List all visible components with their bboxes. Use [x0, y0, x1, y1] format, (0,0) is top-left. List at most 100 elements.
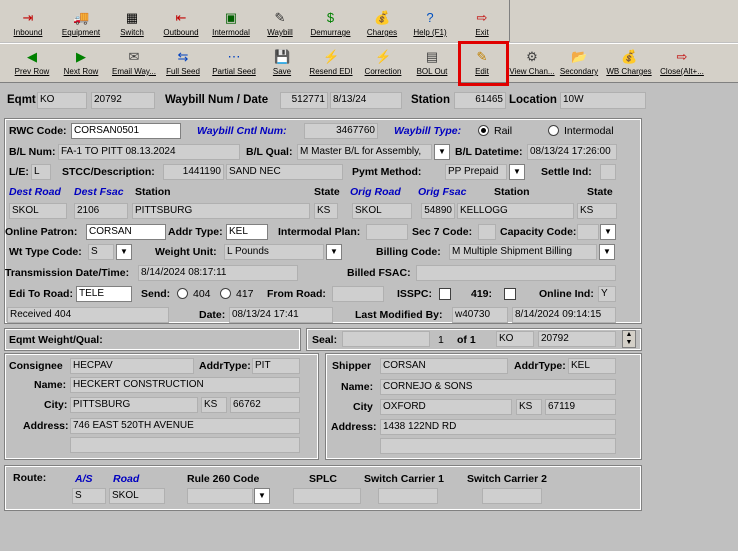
waybill-type-rail-radio[interactable]: [478, 125, 489, 136]
billing-code-dropdown-icon[interactable]: ▼: [599, 244, 615, 260]
intermodal-button[interactable]: ▣ Intermodal: [205, 10, 257, 37]
consignee-code-field[interactable]: HECPAV: [70, 358, 194, 374]
switch-carrier-1-field[interactable]: [378, 488, 438, 504]
full-seed-button[interactable]: ⇆ Full Seed: [162, 49, 204, 76]
route-road-field[interactable]: SKOL: [109, 488, 165, 504]
eqmt-number-field[interactable]: 20792: [91, 92, 155, 109]
date-field[interactable]: 08/13/24 17:41: [229, 307, 333, 323]
waybill-number-field[interactable]: 512771: [280, 92, 328, 109]
from-road-field[interactable]: [332, 286, 384, 302]
secondary-button[interactable]: 📂 Secondary: [555, 49, 603, 76]
shipper-city-field[interactable]: OXFORD: [380, 399, 512, 415]
email-waybill-button[interactable]: ✉ Email Way...: [106, 49, 162, 76]
shipper-address-line1[interactable]: 1438 122ND RD: [380, 419, 616, 435]
sec7-code-field[interactable]: [478, 224, 496, 240]
shipper-name-field[interactable]: CORNEJO & SONS: [380, 379, 616, 395]
billing-code-select[interactable]: M Multiple Shipment Billing: [449, 244, 597, 260]
correction-label: Correction: [364, 67, 402, 76]
capacity-code-select[interactable]: [577, 224, 599, 240]
send-404-radio[interactable]: [177, 288, 188, 299]
orig-station-field[interactable]: KELLOGG: [457, 203, 574, 219]
consignee-address-line2[interactable]: [70, 437, 300, 453]
resend-edi-button[interactable]: ⚡ Resend EDI: [305, 49, 357, 76]
pymt-method-select[interactable]: PP Prepaid: [445, 164, 507, 180]
consignee-zip-field[interactable]: 66762: [230, 397, 300, 413]
waybill-type-intermodal-radio[interactable]: [548, 125, 559, 136]
edi-to-road-input[interactable]: TELE: [76, 286, 132, 302]
le-field[interactable]: L: [31, 164, 51, 180]
weight-unit-select[interactable]: L Pounds: [224, 244, 324, 260]
switch-button[interactable]: ▦ Switch: [108, 10, 156, 37]
send-417-radio[interactable]: [220, 288, 231, 299]
orig-state-field[interactable]: KS: [577, 203, 617, 219]
rule-260-code-select[interactable]: [187, 488, 253, 504]
isspc-checkbox[interactable]: [439, 288, 451, 300]
shipper-zip-field[interactable]: 67119: [545, 399, 616, 415]
waybill-date-field[interactable]: 8/13/24: [330, 92, 402, 109]
online-patron-input[interactable]: CORSAN: [86, 224, 166, 240]
shipper-addrtype-field[interactable]: KEL: [568, 358, 616, 374]
rwc-code-input[interactable]: CORSAN0501: [71, 123, 181, 139]
bl-datetime-field[interactable]: 08/13/24 17:26:00: [527, 144, 617, 160]
addr-type-input[interactable]: KEL: [226, 224, 268, 240]
seal-number-field[interactable]: [342, 331, 430, 347]
billed-fsac-field[interactable]: [416, 265, 616, 281]
dest-fsac-field[interactable]: 2106: [74, 203, 128, 219]
consignee-addrtype-field[interactable]: PIT: [252, 358, 300, 374]
consignee-city-field[interactable]: PITTSBURG: [70, 397, 198, 413]
close-button[interactable]: ⇨ Close(Alt+...: [654, 49, 710, 76]
419-checkbox[interactable]: [504, 288, 516, 300]
wb-charges-button[interactable]: 💰 WB Charges: [603, 49, 655, 76]
dest-road-field[interactable]: SKOL: [9, 203, 67, 219]
splc-field[interactable]: [293, 488, 361, 504]
station-code-field[interactable]: 61465: [454, 92, 506, 109]
wt-type-dropdown-icon[interactable]: ▼: [116, 244, 132, 260]
correction-button[interactable]: ⚡ Correction: [357, 49, 409, 76]
save-button[interactable]: 💾 Save: [264, 49, 300, 76]
stcc-code-field[interactable]: 1441190: [163, 164, 224, 180]
shipper-address-line2[interactable]: [380, 438, 616, 454]
rule-260-dropdown-icon[interactable]: ▼: [254, 488, 270, 504]
transmission-datetime-field[interactable]: 8/14/2024 08:17:11: [138, 265, 298, 281]
shipper-state-field[interactable]: KS: [516, 399, 542, 415]
orig-fsac-field[interactable]: 54890: [421, 203, 455, 219]
settle-ind-field[interactable]: [600, 164, 616, 180]
intermodal-plan-field[interactable]: [366, 224, 408, 240]
location-field[interactable]: 10W: [560, 92, 646, 109]
orig-road-field[interactable]: SKOL: [352, 203, 412, 219]
online-ind-field[interactable]: Y: [598, 286, 616, 302]
waybill-button[interactable]: ✎ Waybill: [256, 10, 304, 37]
stcc-description-field[interactable]: SAND NEC: [226, 164, 343, 180]
exit-button[interactable]: ⇨ Exit: [458, 10, 506, 37]
help-button[interactable]: ? Help (F1): [406, 10, 454, 37]
seal-label: Seal:: [312, 334, 338, 346]
shipper-code-field[interactable]: CORSAN: [380, 358, 508, 374]
bl-qual-dropdown-icon[interactable]: ▼: [434, 144, 450, 160]
bl-qual-select[interactable]: M Master B/L for Assembly,: [297, 144, 432, 160]
dest-state-field[interactable]: KS: [314, 203, 338, 219]
consignee-address-line1[interactable]: 746 EAST 520TH AVENUE: [70, 418, 300, 434]
seal-spinner[interactable]: ▲ ▼: [622, 330, 636, 348]
pymt-method-dropdown-icon[interactable]: ▼: [509, 164, 525, 180]
bl-num-field[interactable]: FA-1 TO PITT 08.13.2024: [58, 144, 240, 160]
partial-seed-button[interactable]: ⋯ Partial Seed: [206, 49, 262, 76]
wt-type-code-select[interactable]: S: [88, 244, 114, 260]
switch-carrier-2-field[interactable]: [482, 488, 542, 504]
prev-row-button[interactable]: ◀ Prev Row: [8, 49, 56, 76]
consignee-name-field[interactable]: HECKERT CONSTRUCTION: [70, 377, 300, 393]
dest-station-field[interactable]: PITTSBURG: [132, 203, 310, 219]
eqmt-initial-field[interactable]: KO: [37, 92, 87, 109]
waybill-cntl-num-field[interactable]: 3467760: [304, 123, 378, 139]
consignee-state-field[interactable]: KS: [201, 397, 227, 413]
bol-out-button[interactable]: ▤ BOL Out: [409, 49, 455, 76]
equipment-button[interactable]: 🚚 Equipment: [55, 10, 107, 37]
view-changes-button[interactable]: ⚙ View Chan...: [508, 49, 556, 76]
route-as-field[interactable]: S: [72, 488, 106, 504]
weight-unit-dropdown-icon[interactable]: ▼: [326, 244, 342, 260]
charges-button[interactable]: 💰 Charges: [358, 10, 406, 37]
outbound-button[interactable]: ⇤ Outbound: [155, 10, 207, 37]
inbound-button[interactable]: ⇥ Inbound: [4, 10, 52, 37]
next-row-button[interactable]: ▶ Next Row: [57, 49, 105, 76]
demurrage-button[interactable]: $ Demurrage: [303, 10, 358, 37]
capacity-code-dropdown-icon[interactable]: ▼: [600, 224, 616, 240]
